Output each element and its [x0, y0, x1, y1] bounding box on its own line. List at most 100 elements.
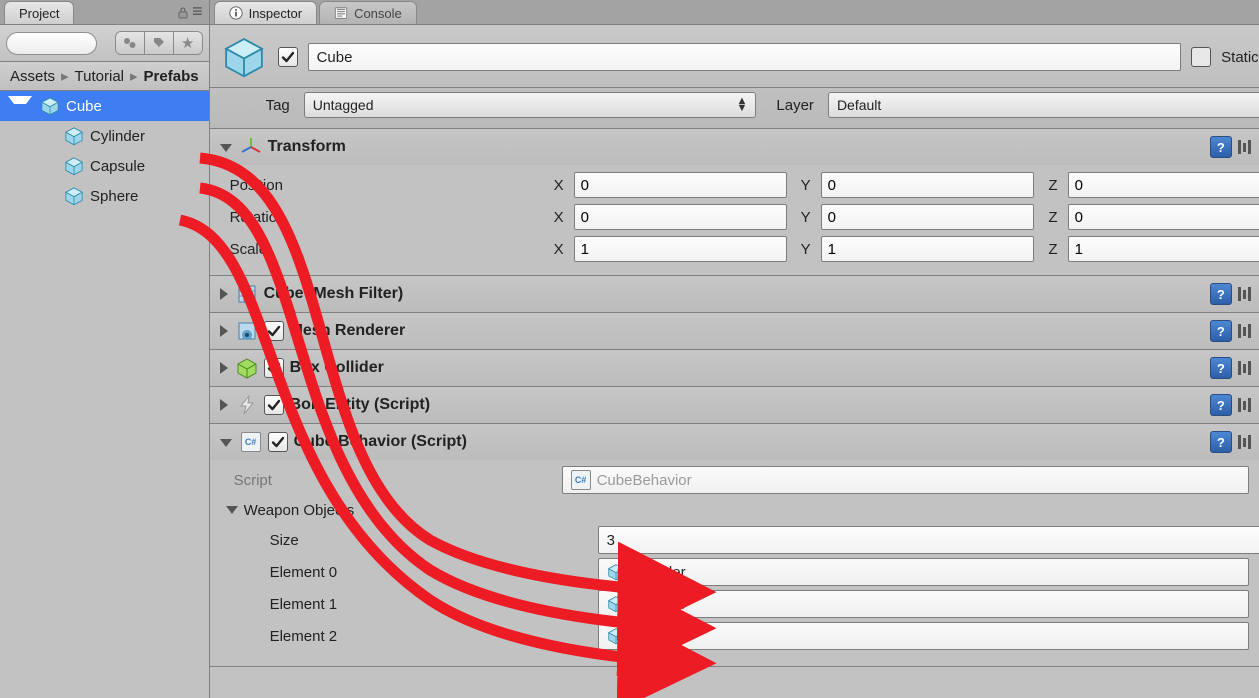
breadcrumb-item[interactable]: Prefabs	[144, 68, 199, 85]
breadcrumb: Assets ▸ Tutorial ▸ Prefabs	[0, 62, 209, 91]
gameobject-name-input[interactable]	[308, 43, 1182, 71]
array-header-weapon-objects[interactable]: Weapon Objects	[222, 496, 1259, 524]
gameobject-icon[interactable]	[222, 35, 266, 79]
hierarchy-item-label: Sphere	[90, 188, 138, 205]
hierarchy-item-cube[interactable]: Cube	[0, 91, 209, 121]
layer-dropdown[interactable]: Default▲▼	[828, 92, 1259, 118]
project-tab-bar: Project ≡	[0, 0, 209, 25]
script-label: Script	[226, 472, 554, 489]
component-icon	[236, 283, 258, 305]
component-enabled-checkbox[interactable]	[268, 432, 288, 452]
position-y-input[interactable]	[821, 172, 1034, 198]
component-header[interactable]: Bolt Entity (Script)?⚙▾	[210, 387, 1259, 423]
active-checkbox[interactable]	[278, 47, 298, 67]
favorites-icon[interactable]: ★	[174, 32, 202, 54]
script-field[interactable]: C# CubeBehavior	[562, 466, 1249, 494]
hierarchy-item[interactable]: Sphere	[0, 181, 209, 211]
axis-z-label: Z	[1038, 177, 1064, 194]
foldout-icon[interactable]	[220, 288, 228, 300]
tab-inspector[interactable]: Inspector	[214, 1, 317, 24]
panel-menu-icon[interactable]: ≡	[192, 1, 203, 24]
preset-icon[interactable]	[1238, 433, 1256, 451]
help-icon[interactable]: ?	[1210, 136, 1232, 158]
filter-by-label-icon[interactable]	[145, 32, 174, 54]
component-header[interactable]: Cube (Mesh Filter)?⚙▾	[210, 276, 1259, 312]
layer-label: Layer	[766, 97, 818, 114]
component-header[interactable]: Box Collider?⚙▾	[210, 350, 1259, 386]
lock-icon[interactable]	[176, 6, 190, 20]
filter-by-type-icon[interactable]	[116, 32, 145, 54]
rotation-z-input[interactable]	[1068, 204, 1259, 230]
axis-x-label: X	[544, 177, 570, 194]
foldout-icon[interactable]	[220, 325, 228, 337]
static-checkbox[interactable]	[1191, 47, 1211, 67]
help-icon[interactable]: ?	[1210, 283, 1232, 305]
position-z-input[interactable]	[1068, 172, 1259, 198]
tag-dropdown[interactable]: Untagged▲▼	[304, 92, 757, 118]
component-enabled-checkbox[interactable]	[264, 395, 284, 415]
component-icon	[236, 357, 258, 379]
help-icon[interactable]: ?	[1210, 357, 1232, 379]
tag-layer-row: Tag Untagged▲▼ Layer Default▲▼	[210, 88, 1259, 129]
rotation-y-input[interactable]	[821, 204, 1034, 230]
scale-y-input[interactable]	[821, 236, 1034, 262]
component-header-cube-behavior[interactable]: C# Cube Behavior (Script) ? ⚙▾	[210, 424, 1259, 460]
hierarchy-item[interactable]: Cylinder	[0, 121, 209, 151]
foldout-icon[interactable]	[226, 506, 238, 514]
component-title: Bolt Entity (Script)	[290, 396, 430, 414]
help-icon[interactable]: ?	[1210, 320, 1232, 342]
preset-icon[interactable]	[1238, 396, 1256, 414]
array-size-input[interactable]	[598, 526, 1259, 554]
chevron-right-icon: ▸	[130, 67, 138, 85]
help-icon[interactable]: ?	[1210, 431, 1232, 453]
component-header[interactable]: Mesh Renderer?⚙▾	[210, 313, 1259, 349]
element-object-field[interactable]: Capsule	[598, 590, 1249, 618]
position-x-input[interactable]	[574, 172, 787, 198]
component-title: Cube Behavior (Script)	[294, 433, 467, 451]
preset-icon[interactable]	[1238, 322, 1256, 340]
inspector-tab-bar: Inspector Console ≡	[210, 0, 1259, 25]
foldout-icon[interactable]	[220, 399, 228, 411]
foldout-icon[interactable]	[8, 96, 32, 116]
foldout-icon[interactable]	[220, 144, 232, 152]
dropdown-value: Default	[837, 97, 881, 113]
preset-icon[interactable]	[1238, 359, 1256, 377]
console-icon	[334, 6, 348, 20]
component-enabled-checkbox[interactable]	[264, 321, 284, 341]
preset-icon[interactable]	[1238, 138, 1256, 156]
scale-z-input[interactable]	[1068, 236, 1259, 262]
static-label: Static	[1221, 49, 1259, 66]
dropdown-arrows-icon: ▲▼	[737, 99, 748, 111]
axis-z-label: Z	[1038, 209, 1064, 226]
component-enabled-checkbox[interactable]	[264, 358, 284, 378]
tab-label: Console	[354, 6, 402, 21]
help-icon[interactable]: ?	[1210, 394, 1232, 416]
tab-project[interactable]: Project	[4, 1, 74, 24]
tab-console[interactable]: Console	[319, 1, 417, 24]
axis-y-label: Y	[791, 209, 817, 226]
component-title: Transform	[268, 138, 346, 156]
element-value: Cylinder	[631, 564, 686, 581]
project-hierarchy: Cube CylinderCapsule Sphere	[0, 91, 209, 698]
search-input[interactable]	[6, 32, 97, 55]
tab-label: Inspector	[249, 6, 302, 21]
foldout-icon[interactable]	[220, 439, 232, 447]
breadcrumb-item[interactable]: Assets	[10, 68, 55, 85]
axis-y-label: Y	[791, 241, 817, 258]
foldout-icon[interactable]	[220, 362, 228, 374]
axis-y-label: Y	[791, 177, 817, 194]
component-icon	[236, 394, 258, 416]
element-object-field[interactable]: Sphere	[598, 622, 1249, 650]
component-header-transform[interactable]: Transform ? ⚙▾	[210, 129, 1259, 165]
rotation-x-input[interactable]	[574, 204, 787, 230]
scale-x-input[interactable]	[574, 236, 787, 262]
element-object-field[interactable]: Cylinder	[598, 558, 1249, 586]
info-icon	[229, 6, 243, 20]
element-value: Sphere	[631, 628, 679, 645]
cube-prefab-icon	[40, 96, 60, 116]
preset-icon[interactable]	[1238, 285, 1256, 303]
element-label: Element 1	[226, 596, 590, 613]
hierarchy-item[interactable]: Capsule	[0, 151, 209, 181]
scale-label: Scale	[222, 241, 540, 258]
breadcrumb-item[interactable]: Tutorial	[75, 68, 124, 85]
